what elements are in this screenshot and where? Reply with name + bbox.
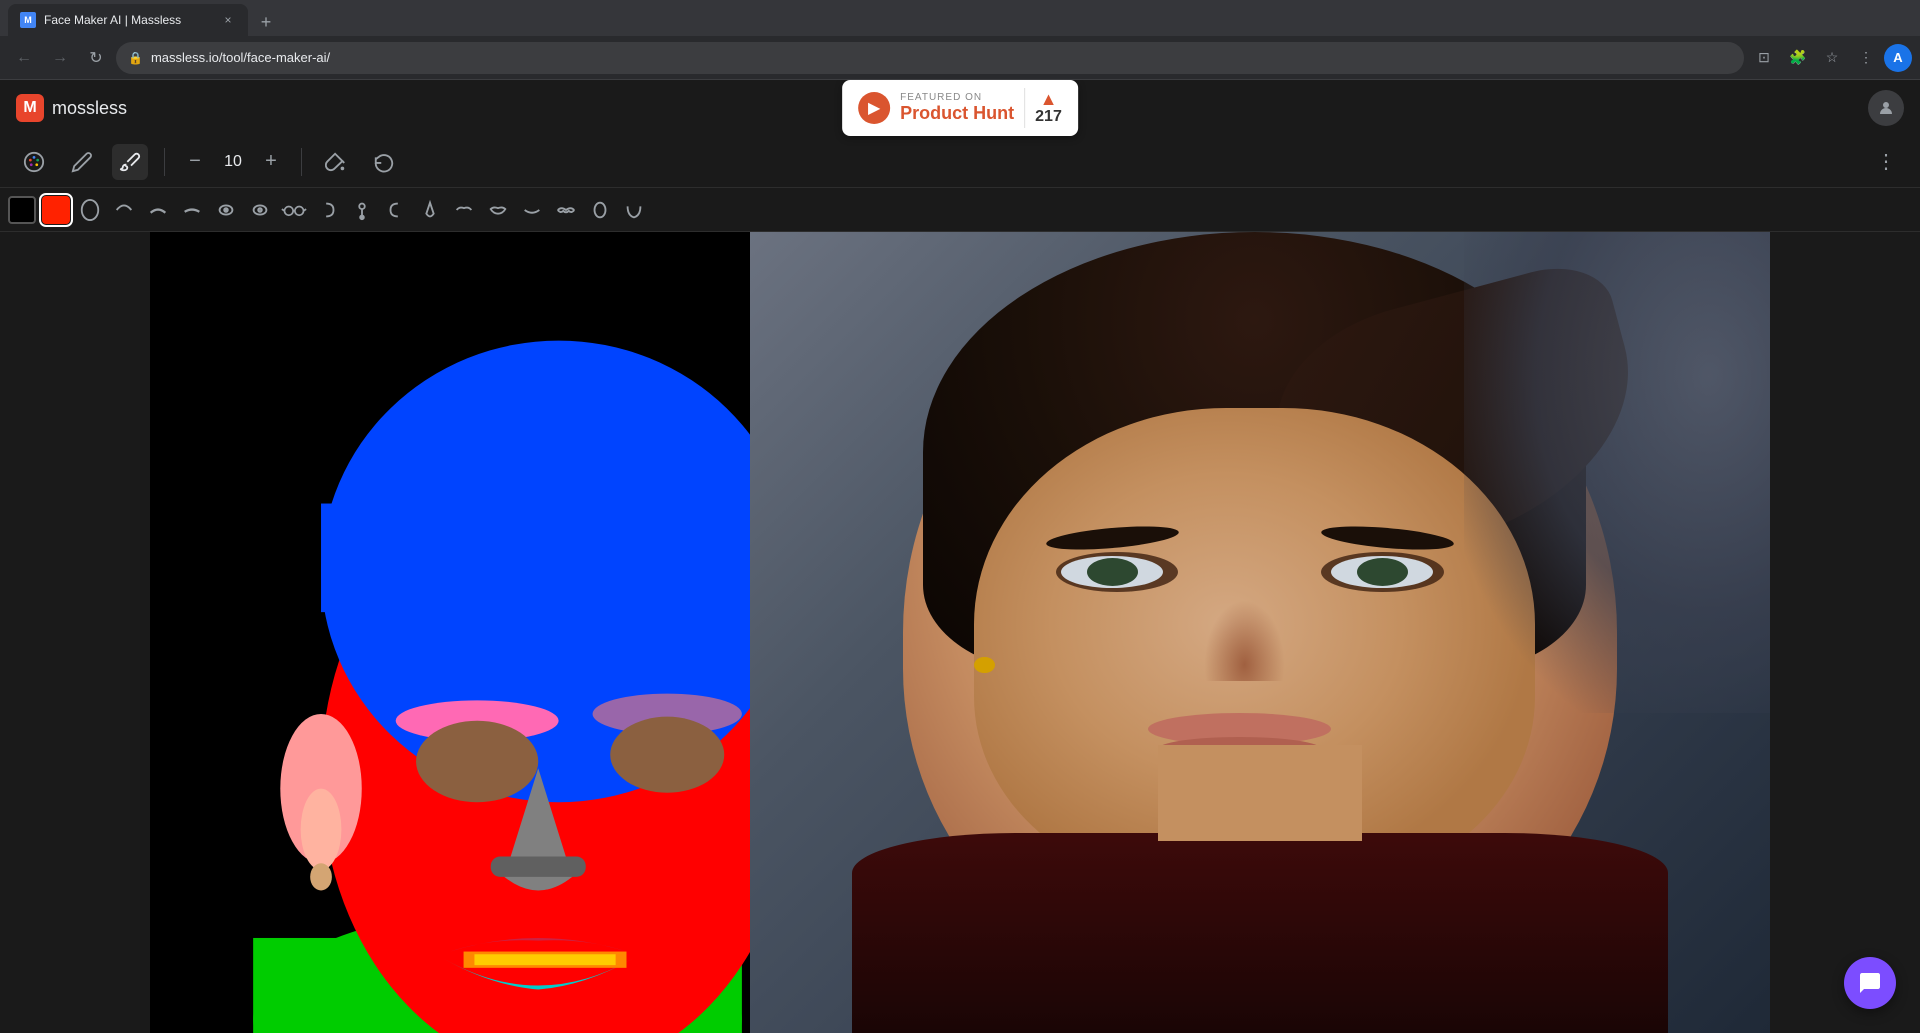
refresh-button[interactable]: ↻ [80,42,112,74]
lips-full-tool[interactable] [484,196,512,224]
face-drawing-svg [150,232,750,1033]
decrease-size-button[interactable]: − [181,148,209,176]
ph-text-area: FEATURED ON Product Hunt [900,92,1014,124]
result-canvas [750,232,1770,1033]
right-panel [1770,232,1920,1033]
ear-left-tool[interactable] [382,196,410,224]
user-avatar-button[interactable] [1868,90,1904,126]
tab-favicon: M [20,12,36,28]
lips-lower-tool[interactable] [518,196,546,224]
neck-tool[interactable] [586,196,614,224]
toolbar-separator-2 [301,148,302,176]
ph-featured-label: FEATURED ON [900,92,1014,103]
eyebrow-left-tool[interactable] [144,196,172,224]
color-black-swatch[interactable] [8,196,36,224]
address-bar[interactable]: 🔒 massless.io/tool/face-maker-ai/ [116,42,1744,74]
toolbar-separator-1 [164,148,165,176]
app-header: M mossless ▶ FEATURED ON Product Hunt ▲ … [0,80,1920,136]
nav-bar: ← → ↻ 🔒 massless.io/tool/face-maker-ai/ … [0,36,1920,80]
brush-size-value: 10 [221,153,245,171]
left-panel [0,232,150,1033]
header-right [1868,90,1904,126]
more-options-button[interactable]: ⋮ [1850,42,1882,74]
undo-tool[interactable] [366,144,402,180]
eyebrow-right-tool[interactable] [178,196,206,224]
bookmark-button[interactable]: ☆ [1816,42,1848,74]
beard-tool[interactable] [620,196,648,224]
tab-bar: M Face Maker AI | Massless × + [0,0,1920,36]
ph-count-area: ▲ 217 [1035,90,1062,126]
tab-title: Face Maker AI | Massless [44,13,212,27]
nose-tool[interactable] [416,196,444,224]
address-text: massless.io/tool/face-maker-ai/ [151,50,1732,65]
logo-area: M mossless [16,94,127,122]
profile-button[interactable]: A [1884,44,1912,72]
lock-icon: 🔒 [128,51,143,65]
ph-name: Product Hunt [900,103,1014,124]
ear-right-tool[interactable] [314,196,342,224]
result-photo [750,232,1770,1033]
more-options-tool[interactable]: ⋮ [1868,144,1904,180]
extensions-button[interactable]: 🧩 [1782,42,1814,74]
forward-button[interactable]: → [44,42,76,74]
logo-text: mossless [52,98,127,119]
ph-logo: ▶ [858,92,890,124]
logo-icon: M [16,94,44,122]
fill-tool[interactable] [318,144,354,180]
increase-size-button[interactable]: + [257,148,285,176]
face-oval-tool[interactable] [76,196,104,224]
new-tab-button[interactable]: + [252,8,280,36]
back-button[interactable]: ← [8,42,40,74]
app: M mossless ▶ FEATURED ON Product Hunt ▲ … [0,80,1920,1033]
cast-button[interactable]: ⊡ [1748,42,1780,74]
eye-left-tool[interactable] [212,196,240,224]
eye-right-tool[interactable] [246,196,274,224]
tab-close-button[interactable]: × [220,12,236,28]
toolbar: − 10 + ⋮ [0,136,1920,188]
ph-divider [1024,88,1025,128]
ph-arrow: ▲ [1040,90,1058,108]
canvas-area [0,232,1920,1033]
color-bar [0,188,1920,232]
hair-shape-tool[interactable] [110,196,138,224]
palette-tool[interactable] [16,144,52,180]
nav-actions: ⊡ 🧩 ☆ ⋮ A [1748,42,1912,74]
pen-tool[interactable] [64,144,100,180]
color-red-swatch[interactable] [42,196,70,224]
brush-tool[interactable] [112,144,148,180]
drawing-canvas[interactable] [150,232,750,1033]
ph-count: 217 [1035,108,1062,126]
chat-button[interactable] [1844,957,1896,1009]
active-tab[interactable]: M Face Maker AI | Massless × [8,4,248,36]
mustache-tool[interactable] [552,196,580,224]
earring-tool[interactable] [348,196,376,224]
product-hunt-badge[interactable]: ▶ FEATURED ON Product Hunt ▲ 217 [842,80,1078,136]
lips-upper-tool[interactable] [450,196,478,224]
glasses-tool[interactable] [280,196,308,224]
